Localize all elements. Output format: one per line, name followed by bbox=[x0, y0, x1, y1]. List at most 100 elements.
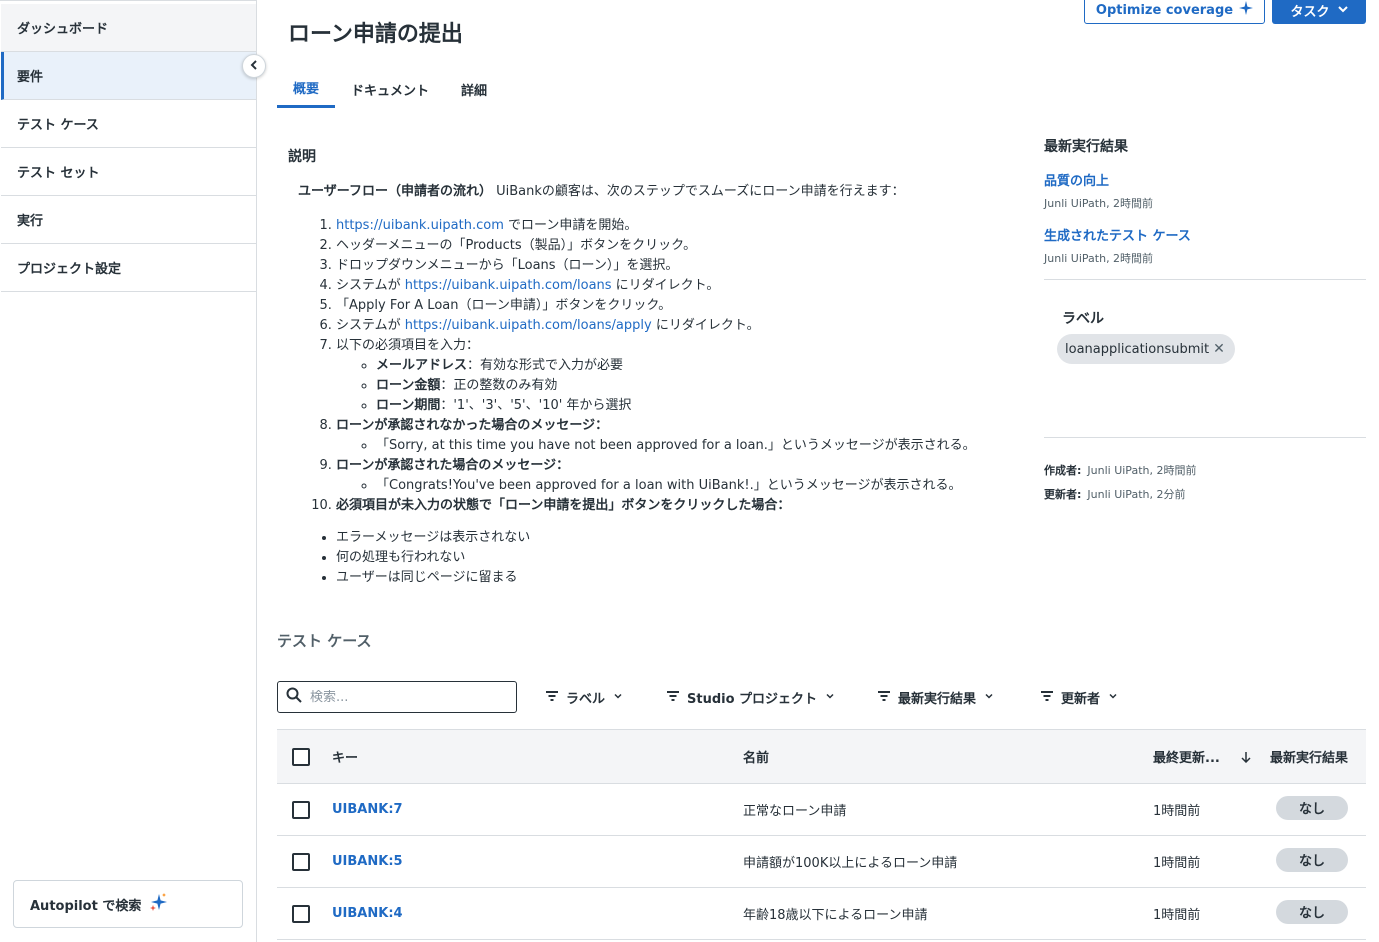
sort-down-icon[interactable] bbox=[1240, 730, 1252, 783]
uibank-link[interactable]: https://uibank.uipath.com bbox=[336, 218, 504, 233]
sidebar-item-project-settings[interactable]: プロジェクト設定 bbox=[1, 244, 256, 292]
tab-details[interactable]: 詳細 bbox=[445, 70, 503, 108]
chevron-down-icon bbox=[1337, 3, 1348, 18]
test-case-name: 正常なローン申請 bbox=[743, 804, 847, 819]
tab-overview[interactable]: 概要 bbox=[277, 70, 336, 108]
test-case-key-link[interactable]: UIBANK:7 bbox=[332, 784, 403, 835]
sidebar-item-label: 実行 bbox=[17, 214, 44, 229]
test-case-updated: 1時間前 bbox=[1153, 908, 1201, 923]
sidebar-item-label: テスト ケース bbox=[17, 118, 99, 133]
table-row[interactable]: UIBANK:7 正常なローン申請 1時間前 なし bbox=[277, 784, 1366, 836]
loans-apply-link[interactable]: https://uibank.uipath.com/loans/apply bbox=[405, 318, 652, 333]
test-case-name: 年齢18歳以下によるローン申請 bbox=[743, 908, 928, 923]
status-badge: なし bbox=[1276, 847, 1348, 872]
column-key[interactable]: キー bbox=[332, 730, 358, 783]
optimize-coverage-label: Optimize coverage bbox=[1095, 2, 1234, 18]
sidebar: ダッシュボード 要件 テスト ケース テスト セット 実行 プロジェクト設定 A… bbox=[0, 0, 257, 942]
step-8: ローンが承認されなかった場合のメッセージ： 「Sorry, at this ti… bbox=[336, 416, 1018, 456]
step-9: ローンが承認された場合のメッセージ： 「Congrats!You've been… bbox=[336, 456, 1018, 496]
description-heading: 説明 bbox=[288, 149, 316, 165]
quality-improvement-link[interactable]: 品質の向上 bbox=[1044, 170, 1366, 189]
intro-text: UiBankの顧客は、次のステップでスムーズにローン申請を行えます： bbox=[491, 184, 905, 199]
search-box[interactable] bbox=[277, 681, 517, 713]
step-2: ヘッダーメニューの「Products（製品）」ボタンをクリック。 bbox=[336, 236, 1018, 256]
description-body: ユーザーフロー（申請者の流れ） UiBankの顧客は、次のステップでスムーズにロ… bbox=[298, 182, 1018, 588]
result-meta: Junli UiPath, 2時間前 bbox=[1044, 252, 1154, 265]
filter-label[interactable]: ラベル bbox=[546, 686, 623, 708]
test-cases-table: キー 名前 最終更新... 最新実行結果 UIBANK:7 正常なローン申請 1… bbox=[277, 729, 1366, 940]
search-icon bbox=[286, 687, 302, 707]
description-intro: ユーザーフロー（申請者の流れ） UiBankの顧客は、次のステップでスムーズにロ… bbox=[298, 182, 1018, 202]
chevron-down-icon bbox=[1108, 690, 1118, 705]
sidebar-item-executions[interactable]: 実行 bbox=[1, 196, 256, 244]
label-chip: loanapplicationsubmit ✕ bbox=[1057, 334, 1235, 364]
table-header: キー 名前 最終更新... 最新実行結果 bbox=[277, 729, 1366, 784]
filter-icon bbox=[667, 690, 679, 705]
optimize-coverage-button[interactable]: Optimize coverage bbox=[1084, 0, 1265, 24]
list-item: ローン期間：'1'、'3'、'5'、'10' 年から選択 bbox=[376, 396, 1018, 416]
select-all-checkbox[interactable] bbox=[292, 747, 310, 766]
labels-heading: ラベル bbox=[1062, 311, 1104, 327]
sidebar-item-test-cases[interactable]: テスト ケース bbox=[1, 100, 256, 148]
step-3: ドロップダウンメニューから「Loans（ローン）」を選択。 bbox=[336, 256, 1018, 276]
list-item: 「Congrats!You've been approved for a loa… bbox=[376, 476, 1018, 496]
list-item: 何の処理も行われない bbox=[336, 548, 1018, 568]
steps-list: https://uibank.uipath.com でローン申請を開始。 ヘッダ… bbox=[312, 216, 1018, 516]
page-title: ローン申請の提出 bbox=[288, 22, 463, 47]
label-chip-text: loanapplicationsubmit bbox=[1065, 341, 1210, 357]
filter-latest-result[interactable]: 最新実行結果 bbox=[878, 686, 994, 708]
loans-link[interactable]: https://uibank.uipath.com/loans bbox=[405, 278, 612, 293]
latest-results-panel: 最新実行結果 品質の向上 Junli UiPath, 2時間前 生成されたテスト… bbox=[1044, 136, 1366, 266]
status-badge: なし bbox=[1276, 795, 1348, 820]
test-case-updated: 1時間前 bbox=[1153, 856, 1201, 871]
list-item: ユーザーは同じページに留まる bbox=[336, 568, 1018, 588]
search-input[interactable] bbox=[310, 689, 500, 705]
autopilot-label: Autopilot で検索 bbox=[30, 898, 142, 914]
sidebar-item-requirements[interactable]: 要件 bbox=[1, 52, 256, 100]
column-latest-result[interactable]: 最新実行結果 bbox=[1270, 730, 1348, 783]
column-updated[interactable]: 最終更新... bbox=[1153, 730, 1220, 783]
chevron-left-icon bbox=[249, 59, 259, 74]
created-by: 作成者: Junli UiPath, 2時間前 bbox=[1044, 464, 1197, 477]
step-4: システムが https://uibank.uipath.com/loans にリ… bbox=[336, 276, 1018, 296]
chevron-down-icon bbox=[613, 690, 623, 705]
close-icon[interactable]: ✕ bbox=[1213, 341, 1225, 357]
test-case-key-link[interactable]: UIBANK:4 bbox=[332, 888, 403, 939]
row-checkbox[interactable] bbox=[292, 904, 310, 923]
intro-bold: ユーザーフロー（申請者の流れ） bbox=[298, 184, 492, 199]
row-checkbox[interactable] bbox=[292, 852, 310, 871]
sparkle-icon bbox=[1239, 1, 1254, 19]
tab-bar: 概要 ドキュメント 詳細 bbox=[277, 70, 503, 110]
latest-results-title: 最新実行結果 bbox=[1044, 139, 1128, 155]
tab-documents[interactable]: ドキュメント bbox=[335, 70, 445, 108]
test-case-key-link[interactable]: UIBANK:5 bbox=[332, 836, 403, 887]
collapse-sidebar-button[interactable] bbox=[242, 54, 266, 78]
filter-updated-by[interactable]: 更新者 bbox=[1041, 686, 1118, 708]
list-item: エラーメッセージは表示されない bbox=[336, 528, 1018, 548]
step-1: https://uibank.uipath.com でローン申請を開始。 bbox=[336, 216, 1018, 236]
result-meta: Junli UiPath, 2時間前 bbox=[1044, 197, 1154, 210]
sidebar-item-label: ダッシュボード bbox=[17, 22, 109, 37]
list-item: ローン金額：正の整数のみ有効 bbox=[376, 376, 1018, 396]
filter-studio-project[interactable]: Studio プロジェクト bbox=[667, 686, 835, 708]
step-6: システムが https://uibank.uipath.com/loans/ap… bbox=[336, 316, 1018, 336]
column-name[interactable]: 名前 bbox=[743, 730, 769, 783]
generated-test-cases-link[interactable]: 生成されたテスト ケース bbox=[1044, 225, 1366, 244]
sidebar-item-label: 要件 bbox=[17, 70, 44, 85]
filter-icon bbox=[546, 690, 558, 705]
table-row[interactable]: UIBANK:4 年齢18歳以下によるローン申請 1時間前 なし bbox=[277, 888, 1366, 940]
sidebar-item-test-sets[interactable]: テスト セット bbox=[1, 148, 256, 196]
autopilot-search-button[interactable]: Autopilot で検索 bbox=[13, 880, 243, 928]
task-dropdown-button[interactable]: タスク bbox=[1272, 0, 1366, 24]
test-case-name: 申請額が100K以上によるローン申請 bbox=[743, 856, 958, 871]
row-checkbox[interactable] bbox=[292, 800, 310, 819]
divider bbox=[1044, 279, 1366, 280]
outcome-list: エラーメッセージは表示されない 何の処理も行われない ユーザーは同じページに留ま… bbox=[298, 528, 1018, 588]
required-fields-list: メールアドレス：有効な形式で入力が必要 ローン金額：正の整数のみ有効 ローン期間… bbox=[336, 356, 1018, 416]
step-5: 「Apply For A Loan（ローン申請）」ボタンをクリック。 bbox=[336, 296, 1018, 316]
sidebar-item-label: プロジェクト設定 bbox=[17, 262, 122, 277]
table-row[interactable]: UIBANK:5 申請額が100K以上によるローン申請 1時間前 なし bbox=[277, 836, 1366, 888]
sidebar-item-dashboard[interactable]: ダッシュボード bbox=[1, 4, 256, 52]
chevron-down-icon bbox=[984, 690, 994, 705]
filter-icon bbox=[878, 690, 890, 705]
